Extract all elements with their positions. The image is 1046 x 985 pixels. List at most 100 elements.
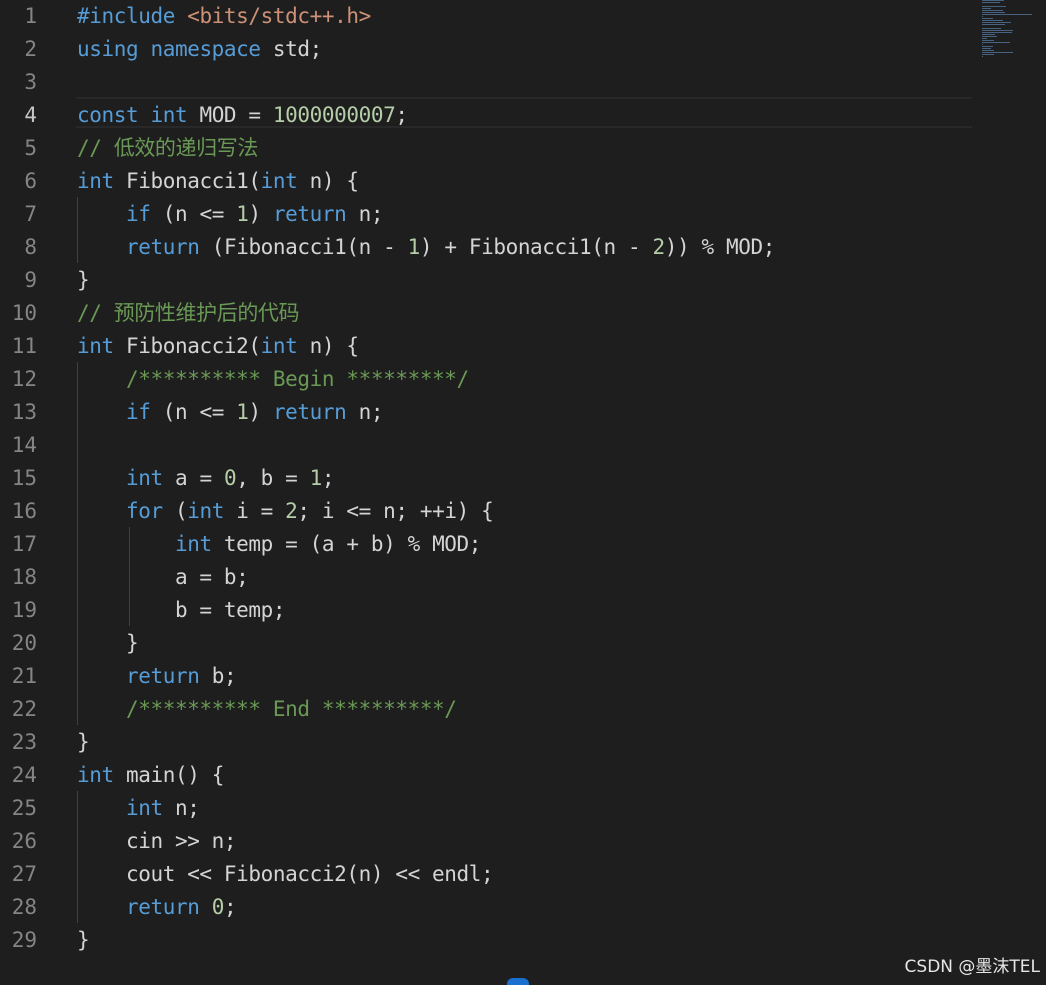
line-code[interactable]: } (77, 630, 139, 657)
line-code[interactable]: return 0; (77, 894, 237, 921)
minimap-line (982, 24, 1005, 25)
watermark: CSDN @墨沫TEL (904, 957, 1040, 977)
line-code[interactable]: if (n <= 1) return n; (77, 201, 384, 228)
line-code[interactable]: return (Fibonacci1(n - 1) + Fibonacci1(n… (77, 234, 775, 261)
code-token: const (77, 103, 139, 127)
minimap-line (982, 20, 1003, 21)
code-line[interactable]: 5 // 低效的递归写法 (0, 132, 980, 165)
code-token: )) % MOD; (664, 235, 776, 259)
indent-guide (77, 362, 78, 725)
minimap-line (982, 10, 1003, 11)
code-line[interactable]: 17 int temp = (a + b) % MOD; (0, 528, 980, 561)
line-number: 17 (11, 532, 37, 556)
code-line[interactable]: 20 } (0, 627, 980, 660)
code-token: a = b; (77, 565, 249, 589)
code-line[interactable]: 27 cout << Fibonacci2(n) << endl; (0, 858, 980, 891)
line-number: 19 (11, 598, 37, 622)
minimap-line (982, 50, 994, 51)
line-number: 28 (11, 895, 37, 919)
code-token: n) { (297, 334, 359, 358)
code-line[interactable]: 9} (0, 264, 980, 297)
code-line[interactable]: 4 const int MOD = 1000000007; (0, 99, 980, 132)
line-code[interactable]: #include <bits/stdc++.h> (77, 3, 371, 30)
code-token: int (187, 499, 224, 523)
code-line[interactable]: 1 #include <bits/stdc++.h> (0, 0, 980, 33)
line-code[interactable]: cin >> n; (77, 828, 237, 855)
code-line[interactable]: 3 (0, 66, 980, 99)
code-line[interactable]: 29} (0, 924, 980, 957)
code-line[interactable]: 21 return b; (0, 660, 980, 693)
line-code[interactable]: int n; (77, 795, 200, 822)
line-code[interactable]: } (77, 267, 90, 294)
line-number: 2 (24, 37, 37, 61)
line-code[interactable]: /********** End **********/ (77, 696, 457, 723)
line-code[interactable]: using namespace std; (77, 36, 322, 63)
code-token: int (125, 466, 163, 490)
code-token: // 预防性维护后的代码 (77, 301, 300, 325)
minimap[interactable] (980, 0, 1036, 60)
code-token: } (77, 730, 90, 754)
line-code[interactable]: } (77, 927, 90, 954)
code-line[interactable]: 28 return 0; (0, 891, 980, 924)
line-code[interactable]: const int MOD = 1000000007; (77, 102, 408, 129)
code-line[interactable]: 18 a = b; (0, 561, 980, 594)
line-code[interactable]: /********** Begin *********/ (77, 366, 469, 393)
line-code[interactable]: int temp = (a + b) % MOD; (77, 531, 481, 558)
minimap-line (982, 28, 1001, 29)
code-line[interactable]: 8 return (Fibonacci1(n - 1) + Fibonacci1… (0, 231, 980, 264)
line-code[interactable]: int a = 0, b = 1; (77, 465, 335, 492)
code-line[interactable]: 12 /********** Begin *********/ (0, 363, 980, 396)
code-line[interactable]: 16 for (int i = 2; i <= n; ++i) { (0, 495, 980, 528)
minimap-line (982, 22, 1011, 23)
line-code[interactable]: // 预防性维护后的代码 (77, 300, 300, 327)
line-number: 22 (11, 697, 37, 721)
line-code[interactable]: } (77, 729, 90, 756)
code-token: temp = (a + b) % MOD; (211, 532, 482, 556)
minimap-line (982, 2, 1000, 3)
code-token: (n <= (150, 202, 237, 226)
code-line[interactable]: 19 b = temp; (0, 594, 980, 627)
code-line[interactable]: 6 int Fibonacci1(int n) { (0, 165, 980, 198)
code-line[interactable]: 15 int a = 0, b = 1; (0, 462, 980, 495)
code-token: int (77, 334, 114, 358)
code-line[interactable]: 14 (0, 429, 980, 462)
code-token: 2 (652, 235, 666, 259)
code-token: 1 (236, 202, 249, 226)
code-line[interactable]: 2 using namespace std; (0, 33, 980, 66)
indent-guide (129, 527, 130, 626)
code-line[interactable]: 25 int n; (0, 792, 980, 825)
line-code[interactable]: // 低效的递归写法 (77, 135, 258, 162)
code-line[interactable]: 10 // 预防性维护后的代码 (0, 297, 980, 330)
code-line[interactable]: 24 int main() { (0, 759, 980, 792)
code-token: n; (346, 202, 384, 226)
line-code[interactable]: for (int i = 2; i <= n; ++i) { (77, 498, 494, 525)
code-token: namespace (150, 37, 261, 61)
scroll-indicator[interactable] (507, 978, 529, 985)
minimap-line (982, 40, 994, 41)
code-line[interactable]: 23} (0, 726, 980, 759)
code-line[interactable]: 26 cin >> n; (0, 825, 980, 858)
line-code[interactable]: int Fibonacci2(int n) { (77, 333, 359, 360)
code-line[interactable]: 7 if (n <= 1) return n; (0, 198, 980, 231)
line-code[interactable]: a = b; (77, 564, 249, 591)
code-line[interactable]: 13 if (n <= 1) return n; (0, 396, 980, 429)
minimap-line (982, 48, 991, 49)
line-number: 7 (24, 202, 37, 226)
line-code[interactable]: int main() { (77, 762, 224, 789)
line-code[interactable]: b = temp; (77, 597, 286, 624)
line-code[interactable]: return b; (77, 663, 237, 690)
code-line[interactable]: 11 int Fibonacci2(int n) { (0, 330, 980, 363)
code-editor[interactable]: 1 #include <bits/stdc++.h> 2 using namespac… (0, 0, 1046, 985)
line-code[interactable]: cout << Fibonacci2(n) << endl; (77, 861, 494, 888)
line-code[interactable]: if (n <= 1) return n; (77, 399, 384, 426)
line-number: 18 (11, 565, 37, 589)
line-number: 3 (24, 70, 37, 94)
code-token: return (125, 235, 200, 259)
code-line[interactable]: 22 /********** End **********/ (0, 693, 980, 726)
line-code[interactable]: int Fibonacci1(int n) { (77, 168, 359, 195)
code-token: 1 (309, 466, 323, 490)
code-token: Fibonacci2 (125, 334, 249, 358)
